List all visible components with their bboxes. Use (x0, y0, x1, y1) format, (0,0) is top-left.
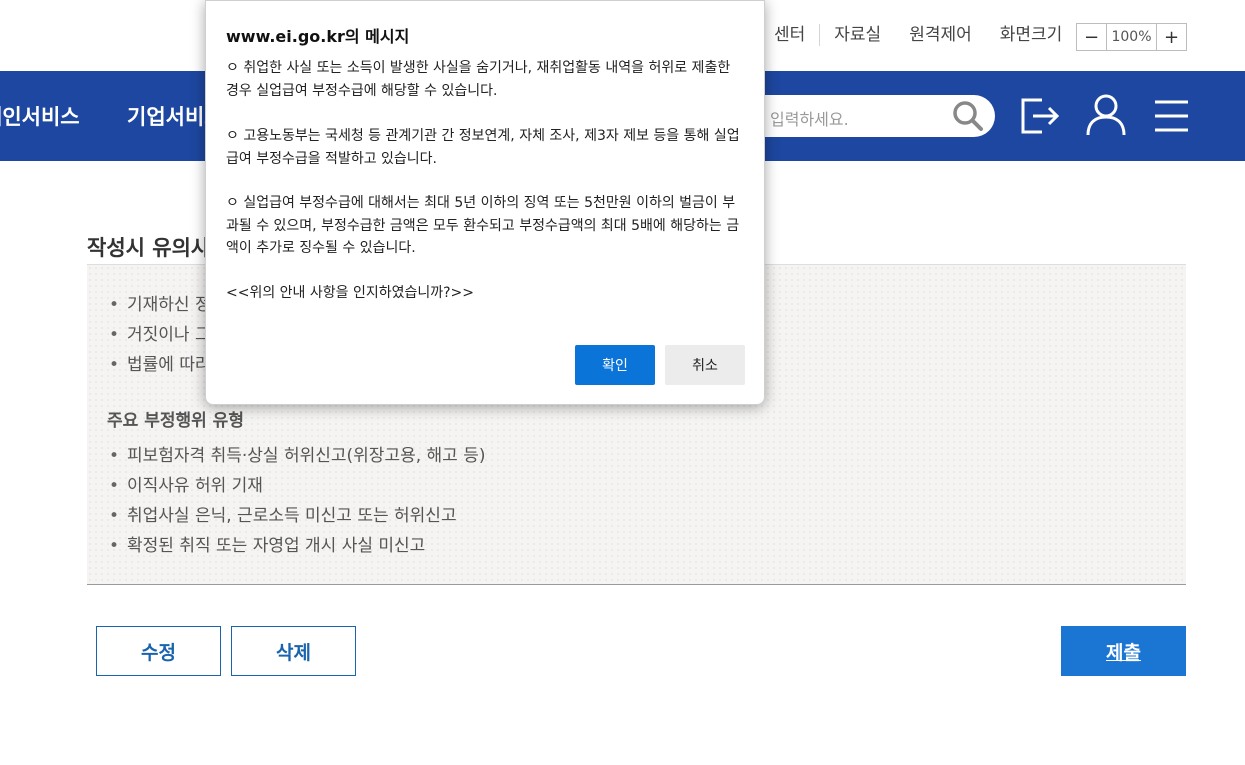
list-item: 취업사실 은닉, 근로소득 미신고 또는 허위신고 (107, 501, 486, 531)
search-placeholder: 입력하세요. (770, 110, 849, 129)
list-item: 기재하신 정 (107, 290, 211, 320)
delete-button[interactable]: 삭제 (231, 626, 356, 676)
logout-icon[interactable] (1018, 91, 1064, 141)
utility-label-screen-size: 화면크기 (999, 25, 1063, 45)
zoom-in-button[interactable]: + (1157, 24, 1186, 50)
nav-item-personal-service[interactable]: 개인서비스 (0, 101, 80, 131)
zoom-level: 100% (1106, 24, 1157, 50)
user-icon[interactable] (1083, 91, 1129, 141)
list-item: 피보험자격 취득·상실 허위신고(위장고용, 해고 등) (107, 441, 486, 471)
edit-button[interactable]: 수정 (96, 626, 221, 676)
list-item: 확정된 취직 또는 자영업 개시 사실 미신고 (107, 531, 486, 561)
zoom-control: − 100% + (1076, 23, 1187, 51)
utility-link-remote[interactable]: 원격제어 (895, 22, 986, 48)
fraud-types-list: 피보험자격 취득·상실 허위신고(위장고용, 해고 등) 이직사유 허위 기재 … (107, 441, 486, 561)
list-item: 법률에 따라 (107, 350, 211, 380)
list-item: 거짓이나 그 (107, 320, 211, 350)
dialog-question: <<위의 안내 사항을 인지하였습니까?>> (226, 285, 475, 301)
list-item: 이직사유 허위 기재 (107, 471, 486, 501)
dialog-title: www.ei.go.kr의 메시지 (226, 27, 410, 46)
notice-list: 기재하신 정 거짓이나 그 법률에 따라 (107, 290, 211, 380)
utility-links: 센터 자료실 원격제어 화면크기 (760, 22, 1076, 48)
submit-button[interactable]: 제출 (1061, 626, 1186, 676)
utility-link-center[interactable]: 센터 (760, 22, 819, 48)
dialog-ok-button[interactable]: 확인 (575, 345, 655, 385)
fraud-types-heading: 주요 부정행위 유형 (107, 411, 244, 431)
confirm-dialog: www.ei.go.kr의 메시지 ㅇ 취업한 사실 또는 소득이 발생한 사실… (205, 0, 765, 405)
utility-link-library[interactable]: 자료실 (820, 22, 895, 48)
search-icon[interactable] (951, 99, 985, 133)
hamburger-menu-icon[interactable] (1150, 91, 1196, 141)
zoom-out-button[interactable]: − (1077, 24, 1106, 50)
dialog-paragraph: ㅇ 취업한 사실 또는 소득이 발생한 사실을 숨기거나, 재취업활동 내역을 … (226, 60, 731, 99)
dialog-paragraph: ㅇ 고용노동부는 국세청 등 관계기관 간 정보연계, 자체 조사, 제3자 제… (226, 128, 740, 167)
dialog-paragraph: ㅇ 실업급여 부정수급에 대해서는 최대 5년 이하의 징역 또는 5천만원 이… (226, 195, 740, 256)
dialog-cancel-button[interactable]: 취소 (665, 345, 745, 385)
